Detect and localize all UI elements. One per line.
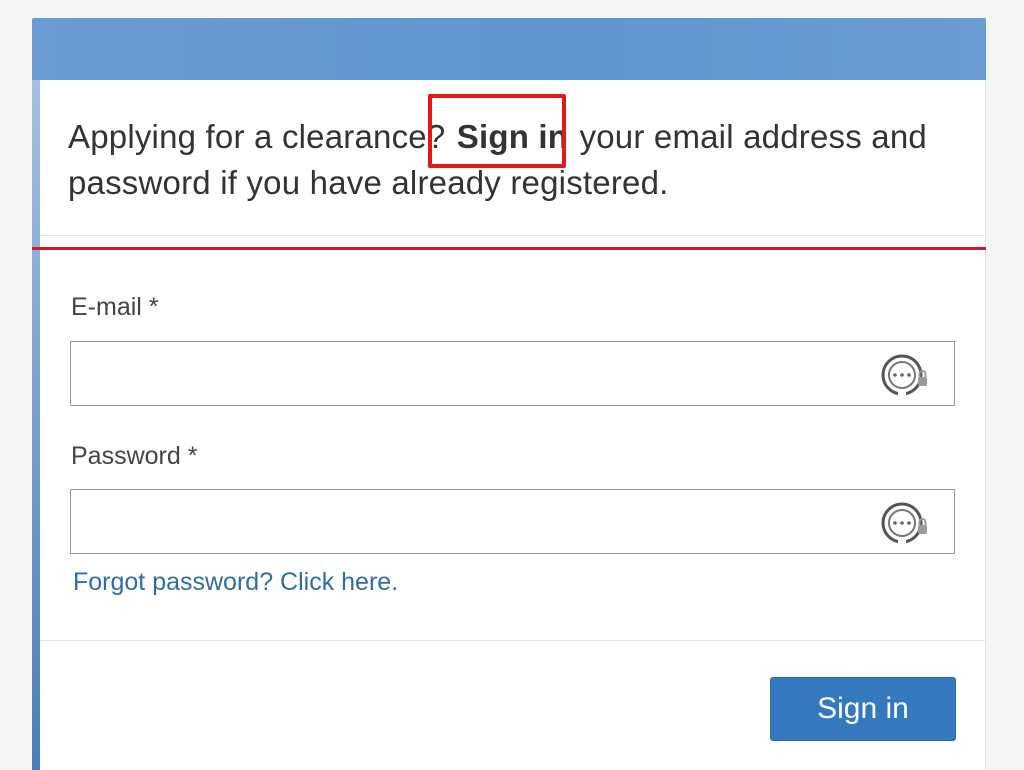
sign-in-card: Applying for a clearance? Sign in your e… [32, 80, 986, 770]
card-left-accent [32, 80, 40, 770]
email-label: E-mail * [71, 293, 159, 321]
footer-divider [40, 640, 986, 641]
sign-in-button[interactable]: Sign in [770, 677, 956, 741]
forgot-password-link[interactable]: Forgot password? Click here. [73, 568, 398, 597]
password-manager-lock-icon[interactable] [878, 353, 934, 397]
password-manager-lock-icon[interactable] [878, 501, 934, 545]
intro-text: Applying for a clearance? Sign in your e… [68, 114, 948, 206]
sign-in-page: Applying for a clearance? Sign in your e… [0, 0, 1024, 770]
email-field-container [70, 341, 955, 406]
email-field[interactable] [71, 342, 891, 405]
password-field-container [70, 489, 955, 554]
intro-sign-in-emphasis: Sign in [456, 118, 569, 155]
password-field[interactable] [71, 490, 891, 553]
password-label: Password * [71, 442, 198, 470]
intro-prefix: Applying for a clearance? [68, 118, 455, 155]
red-accent-divider [32, 247, 986, 250]
header-band [32, 18, 986, 88]
intro-divider [40, 235, 986, 236]
